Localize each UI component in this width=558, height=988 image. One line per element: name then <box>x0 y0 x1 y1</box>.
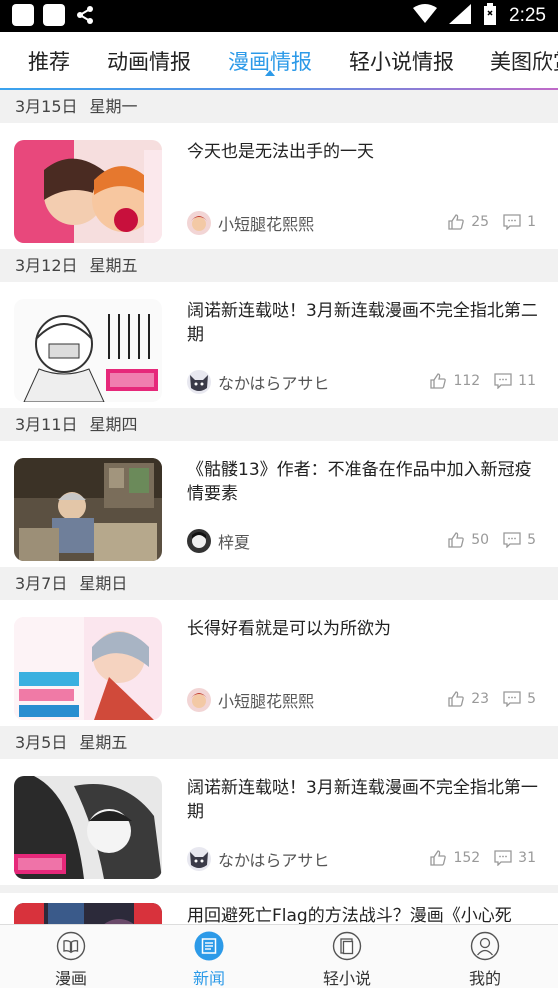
news-thumbnail <box>14 140 162 243</box>
thumbs-up-icon <box>430 850 447 866</box>
news-title[interactable]: 《骷髅13》作者：不准备在作品中加入新冠疫情要素 <box>187 458 543 506</box>
like-count: 23 <box>471 691 490 707</box>
news-feed[interactable]: 3月15日 星期一 今天也是无法出手的一天 小短腿花熙熙 25 1 3月12日 星期… <box>0 90 558 924</box>
thumbs-up-icon <box>448 214 465 230</box>
avatar <box>187 370 211 394</box>
signal-icon <box>449 4 472 28</box>
tab-light-novel-news[interactable]: 轻小说情报 <box>349 46 454 76</box>
news-title[interactable]: 长得好看就是可以为所欲为 <box>187 617 543 641</box>
date-header: 3月12日 星期五 <box>0 249 558 282</box>
nav-manga[interactable]: 漫画 <box>36 931 106 988</box>
comment-count: 1 <box>527 214 536 230</box>
like-button[interactable]: 25 <box>447 213 489 231</box>
like-button[interactable]: 112 <box>429 372 480 390</box>
comment-button[interactable]: 5 <box>503 532 536 548</box>
news-thumbnail <box>14 458 162 561</box>
profile-icon <box>470 931 500 961</box>
comment-icon <box>503 691 521 707</box>
comment-icon <box>494 850 512 866</box>
author-name[interactable]: なかはらアサヒ <box>218 847 329 871</box>
author-name[interactable]: 小短腿花熙熙 <box>218 211 314 235</box>
comment-count: 5 <box>527 532 536 548</box>
avatar <box>187 211 211 235</box>
avatar <box>187 688 211 712</box>
comment-button[interactable]: 1 <box>503 214 536 230</box>
like-count: 25 <box>471 214 490 230</box>
comment-icon <box>503 214 521 230</box>
comment-icon <box>494 373 512 389</box>
nav-light-novel[interactable]: 轻小说 <box>312 931 382 988</box>
author-name[interactable]: 小短腿花熙熙 <box>218 688 314 712</box>
share-icon <box>74 4 96 26</box>
news-thumbnail <box>14 617 162 720</box>
news-card[interactable]: 今天也是无法出手的一天 小短腿花熙熙 25 1 <box>0 123 558 249</box>
nav-label: 漫画 <box>54 969 87 988</box>
news-title[interactable]: 用回避死亡Flag的方法战斗？漫画《小心死 <box>187 904 543 924</box>
tab-anime-news[interactable]: 动画情报 <box>107 46 191 76</box>
news-card[interactable]: 阔诺新连载哒！3月新连载漫画不完全指北第二期 なかはらアサヒ 112 11 <box>0 282 558 408</box>
news-thumbnail <box>14 776 162 879</box>
news-title[interactable]: 今天也是无法出手的一天 <box>187 140 543 164</box>
news-card[interactable]: 长得好看就是可以为所欲为 小短腿花熙熙 23 5 <box>0 600 558 726</box>
avatar <box>187 847 211 871</box>
notification-icon <box>12 4 34 26</box>
news-title[interactable]: 阔诺新连载哒！3月新连载漫画不完全指北第一期 <box>187 776 543 824</box>
date-header: 3月7日 星期日 <box>0 567 558 600</box>
like-button[interactable]: 152 <box>429 849 480 867</box>
notification-icon <box>43 4 65 26</box>
like-button[interactable]: 50 <box>447 531 489 549</box>
comment-count: 11 <box>518 373 536 389</box>
nav-label: 新闻 <box>192 969 225 988</box>
tab-art-gallery[interactable]: 美图欣赏 <box>490 46 558 76</box>
thumbs-up-icon <box>430 373 447 389</box>
avatar <box>187 529 211 553</box>
news-title[interactable]: 阔诺新连载哒！3月新连载漫画不完全指北第二期 <box>187 299 543 347</box>
nav-label: 轻小说 <box>322 969 371 988</box>
thumbs-up-icon <box>448 691 465 707</box>
wifi-icon <box>413 4 438 28</box>
author-name[interactable]: 梓夏 <box>218 529 250 553</box>
active-tab-indicator <box>265 70 275 76</box>
battery-icon <box>483 3 497 29</box>
comment-count: 5 <box>527 691 536 707</box>
news-thumbnail <box>14 299 162 402</box>
like-count: 152 <box>453 850 481 866</box>
comment-button[interactable]: 11 <box>494 373 536 389</box>
news-thumbnail <box>14 903 162 924</box>
thumbs-up-icon <box>448 532 465 548</box>
like-count: 50 <box>471 532 490 548</box>
clock: 2:25 <box>509 5 546 26</box>
like-button[interactable]: 23 <box>447 690 489 708</box>
comment-button[interactable]: 31 <box>494 850 536 866</box>
news-icon <box>194 931 224 961</box>
date-header: 3月15日 星期一 <box>0 90 558 123</box>
comment-icon <box>503 532 521 548</box>
date-header: 3月5日 星期五 <box>0 726 558 759</box>
bottom-navigation: 漫画 新闻 轻小说 我的 <box>0 924 558 988</box>
date-header: 3月11日 星期四 <box>0 408 558 441</box>
news-card[interactable]: 用回避死亡Flag的方法战斗？漫画《小心死 <box>0 893 558 924</box>
tab-recommend[interactable]: 推荐 <box>28 46 70 76</box>
nav-profile[interactable]: 我的 <box>450 931 520 988</box>
status-bar: 2:25 <box>0 0 558 32</box>
comment-count: 31 <box>518 850 536 866</box>
news-card[interactable]: 《骷髅13》作者：不准备在作品中加入新冠疫情要素 梓夏 50 5 <box>0 441 558 567</box>
like-count: 112 <box>453 373 481 389</box>
comment-button[interactable]: 5 <box>503 691 536 707</box>
author-name[interactable]: なかはらアサヒ <box>218 370 329 394</box>
category-tabbar: 推荐 动画情报 漫画情报 轻小说情报 美图欣赏 <box>0 32 558 90</box>
book-icon <box>56 931 86 961</box>
novel-icon <box>332 931 362 961</box>
nav-label: 我的 <box>468 969 501 988</box>
news-card[interactable]: 阔诺新连载哒！3月新连载漫画不完全指北第一期 なかはらアサヒ 152 31 <box>0 759 558 885</box>
nav-news[interactable]: 新闻 <box>174 931 244 988</box>
